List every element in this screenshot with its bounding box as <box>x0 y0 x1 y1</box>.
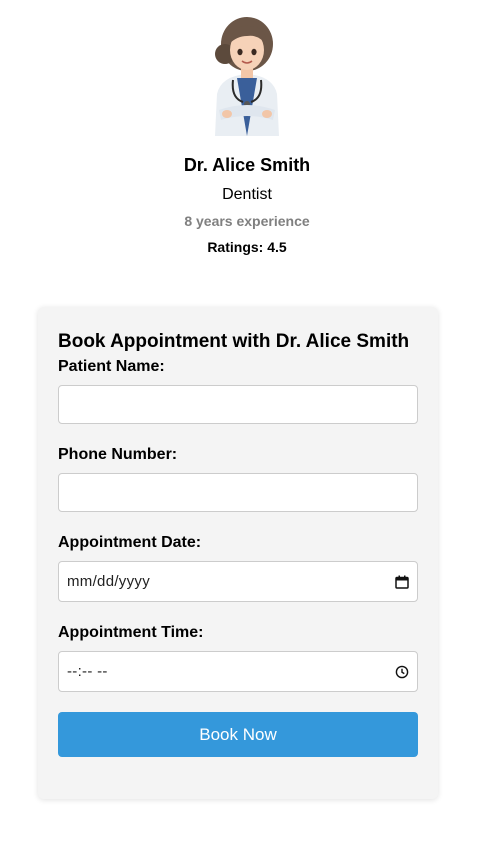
booking-form-card: Book Appointment with Dr. Alice Smith Pa… <box>38 307 438 799</box>
phone-number-label: Phone Number: <box>58 446 178 463</box>
appointment-time-placeholder: --:-- -- <box>67 663 108 680</box>
appointment-date-input[interactable]: mm/dd/yyyy <box>58 561 418 602</box>
phone-number-input[interactable] <box>58 473 418 512</box>
appointment-time-input[interactable]: --:-- -- <box>58 651 418 692</box>
doctor-avatar <box>207 14 287 136</box>
doctor-name: Dr. Alice Smith <box>183 155 311 175</box>
patient-name-input[interactable] <box>58 385 418 424</box>
doctor-profile: Dr. Alice Smith Dentist 8 years experien… <box>0 0 494 256</box>
date-field-group: Appointment Date: mm/dd/yyyy <box>58 532 418 602</box>
calendar-icon[interactable] <box>395 575 409 589</box>
patient-name-field-group: Patient Name: <box>58 356 418 424</box>
doctor-ratings: Ratings: 4.5 <box>207 239 287 255</box>
doctor-experience: 8 years experience <box>184 213 310 229</box>
doctor-illustration <box>215 17 279 136</box>
appointment-date-label: Appointment Date: <box>58 534 202 551</box>
book-now-button[interactable]: Book Now <box>58 712 418 757</box>
patient-name-label: Patient Name: <box>58 358 165 375</box>
booking-form-title: Book Appointment with Dr. Alice Smith <box>58 331 410 352</box>
doctor-specialty: Dentist <box>222 186 272 203</box>
appointment-date-placeholder: mm/dd/yyyy <box>67 573 151 590</box>
appointment-time-label: Appointment Time: <box>58 624 204 641</box>
clock-icon[interactable] <box>395 665 409 679</box>
time-field-group: Appointment Time: --:-- -- <box>58 622 418 692</box>
phone-field-group: Phone Number: <box>58 444 418 512</box>
